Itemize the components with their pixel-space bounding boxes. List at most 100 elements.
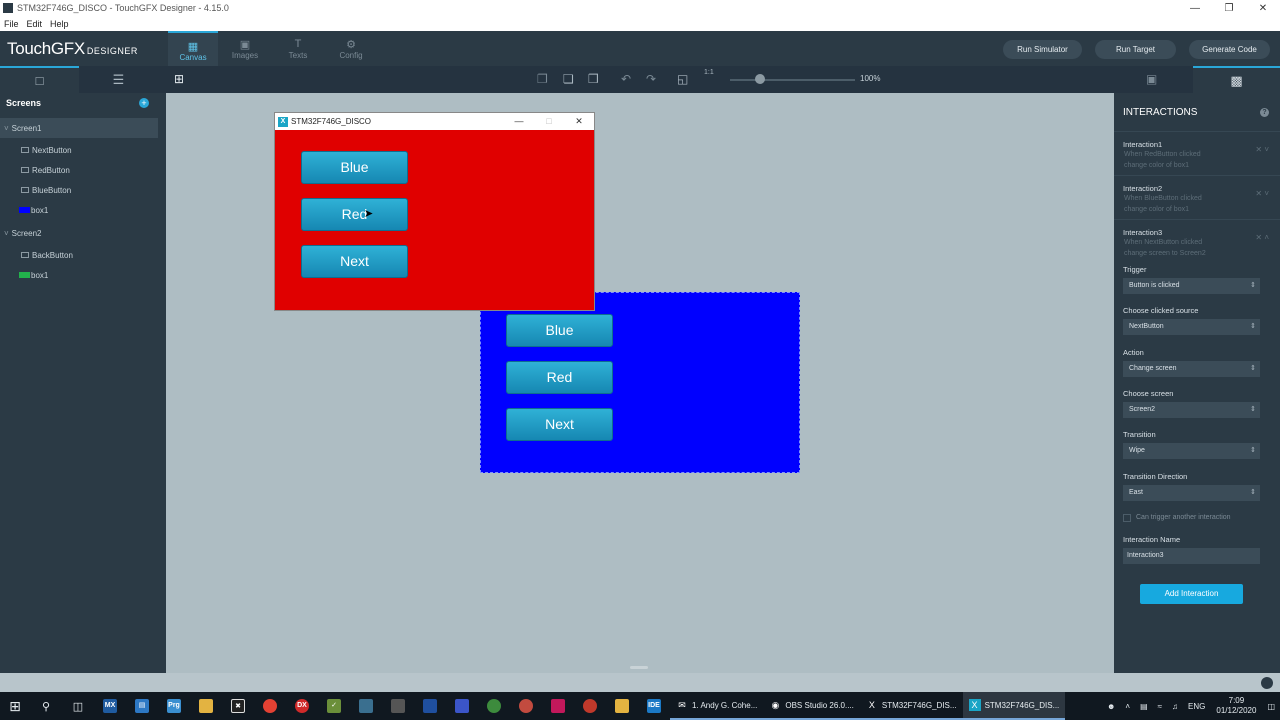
add-widget-icon[interactable]: ⊞ [174, 72, 184, 86]
canvas-red-button[interactable]: Red [506, 361, 613, 394]
language-indicator[interactable]: ENG [1188, 702, 1205, 711]
add-interaction-button[interactable]: Add Interaction [1140, 584, 1243, 604]
close-icon[interactable]: ✕ [1246, 3, 1280, 14]
programmer-icon[interactable]: Prg [158, 692, 190, 720]
zoom-slider-handle[interactable] [755, 74, 765, 84]
interaction-item[interactable]: Interaction2 When BlueButton clicked cha… [1114, 175, 1280, 217]
action-select[interactable]: Change screen ⇕ [1123, 361, 1260, 377]
screen-select[interactable]: Screen2 ⇕ [1123, 402, 1260, 418]
delete-collapse-icon[interactable]: ✕ ˄ [1255, 233, 1269, 242]
tab-images[interactable]: ▣ Images [220, 31, 270, 66]
app-icon-6[interactable]: ✖ [222, 692, 254, 720]
delete-expand-icon[interactable]: ✕ ˅ [1255, 145, 1269, 154]
ide-icon[interactable]: IDE [638, 692, 670, 720]
transition-select[interactable]: Wipe ⇕ [1123, 443, 1260, 459]
delete-expand-icon[interactable]: ✕ ˅ [1255, 189, 1269, 198]
direction-select[interactable]: East ⇕ [1123, 485, 1260, 501]
tab-config[interactable]: ⚙ Config [326, 31, 376, 66]
add-screen-button[interactable]: + [139, 98, 149, 108]
tree-nextbutton[interactable]: NextButton [0, 140, 158, 160]
interactions-view-tab[interactable]: ▩ [1193, 66, 1280, 93]
dx-icon[interactable]: DX [286, 692, 318, 720]
tree-backbutton[interactable]: BackButton [0, 245, 158, 265]
folder-icon[interactable] [190, 692, 222, 720]
search-icon[interactable]: ⚲ [30, 692, 62, 720]
arrange-icon[interactable]: ❒ [588, 72, 599, 86]
canvas-next-button[interactable]: Next [506, 408, 613, 441]
send-backward-icon[interactable]: ❏ [563, 72, 574, 86]
app-icon-14[interactable] [478, 692, 510, 720]
screens-view-tab[interactable]: □ [0, 66, 79, 93]
canvas-blue-button[interactable]: Blue [506, 314, 613, 347]
wifi-icon[interactable]: ≈ [1158, 702, 1162, 711]
clock[interactable]: 7:09 01/12/2020 [1216, 696, 1256, 716]
tree-box1-screen1[interactable]: box1 [0, 200, 158, 220]
generate-code-button[interactable]: Generate Code [1189, 40, 1270, 59]
menu-help[interactable]: Help [46, 19, 73, 29]
task-view-icon[interactable]: ◫ [62, 692, 94, 720]
taskbar-app-mail[interactable]: ✉ 1. Andy G. Cohe... [670, 692, 764, 720]
tree-box1-screen2[interactable]: box1 [0, 265, 158, 285]
can-trigger-checkbox[interactable] [1123, 514, 1131, 522]
tree-screen1[interactable]: ˅ Screen1 [0, 118, 158, 138]
canvas-screen[interactable]: Blue Red Next [480, 292, 800, 473]
maximize-icon[interactable]: □ [534, 116, 564, 127]
fit-screen-icon[interactable]: ◱ [677, 72, 688, 86]
app-icon-13[interactable] [446, 692, 478, 720]
people-icon[interactable]: ☻ [1107, 702, 1115, 711]
network-icon[interactable]: ▤ [1140, 702, 1148, 711]
app-icon-16[interactable] [542, 692, 574, 720]
interaction-item[interactable]: Interaction1 When RedButton clicked chan… [1114, 131, 1280, 173]
images-icon: ▣ [239, 39, 251, 51]
tree-bluebutton[interactable]: BlueButton [0, 180, 158, 200]
start-icon[interactable]: ⊞ [0, 692, 30, 720]
minimize-icon[interactable]: — [504, 116, 534, 127]
app-icon-10[interactable] [350, 692, 382, 720]
interaction-name-input[interactable]: Interaction3 [1123, 548, 1260, 564]
simulator-titlebar: X STM32F746G_DISCO — □ ✕ [275, 113, 594, 130]
tree-screen2[interactable]: ˅ Screen2 [0, 223, 158, 243]
notification-icon[interactable] [1261, 677, 1273, 689]
taskbar-app-touchgfx[interactable]: X STM32F746G_DIS... [859, 692, 963, 720]
close-icon[interactable]: ✕ [564, 116, 594, 127]
minimize-icon[interactable]: — [1178, 3, 1212, 14]
app-icon-2[interactable]: ▤ [126, 692, 158, 720]
sim-next-button[interactable]: Next [301, 245, 408, 278]
tab-texts[interactable]: T Texts [273, 31, 323, 66]
preview-icon[interactable]: ▣ [1146, 72, 1157, 86]
app-icon-15[interactable] [510, 692, 542, 720]
app-icon-18[interactable] [606, 692, 638, 720]
sim-blue-button[interactable]: Blue [301, 151, 408, 184]
chevron-up-icon[interactable]: ˄ [1125, 702, 1130, 711]
app-icon-11[interactable] [382, 692, 414, 720]
menu-file[interactable]: File [0, 19, 23, 29]
undo-icon[interactable]: ↶ [621, 72, 631, 86]
interaction-item[interactable]: Interaction3 When NextButton clicked cha… [1114, 219, 1280, 261]
tab-canvas[interactable]: ▦ Canvas [168, 31, 218, 66]
simulator-window: X STM32F746G_DISCO — □ ✕ Blue Red Next [274, 112, 595, 311]
action-center-icon[interactable]: ◫ [1267, 702, 1275, 711]
run-simulator-button[interactable]: Run Simulator [1003, 40, 1082, 59]
chrome-icon[interactable] [254, 692, 286, 720]
properties-view-tab[interactable]: ☰ [79, 66, 158, 93]
sim-red-button[interactable]: Red [301, 198, 408, 231]
zoom-ratio-label[interactable]: 1:1 [704, 69, 714, 76]
restore-icon[interactable]: ❐ [1212, 3, 1246, 14]
app-icon-17[interactable] [574, 692, 606, 720]
trigger-select[interactable]: Button is clicked ⇕ [1123, 278, 1260, 294]
app-icon-9[interactable]: ✓ [318, 692, 350, 720]
mx-app-icon[interactable]: MX [94, 692, 126, 720]
redo-icon[interactable]: ↷ [646, 72, 656, 86]
menu-edit[interactable]: Edit [23, 19, 47, 29]
tree-redbutton[interactable]: RedButton [0, 160, 158, 180]
app-icon-12[interactable] [414, 692, 446, 720]
bring-forward-icon[interactable]: ❐ [537, 72, 548, 86]
volume-icon[interactable]: ♫ [1172, 702, 1178, 711]
canvas-scrollbar[interactable] [630, 666, 648, 669]
run-target-button[interactable]: Run Target [1095, 40, 1176, 59]
taskbar-app-obs[interactable]: ◉ OBS Studio 26.0.... [763, 692, 860, 720]
zoom-slider[interactable] [730, 79, 855, 81]
source-select[interactable]: NextButton ⇕ [1123, 319, 1260, 335]
help-icon[interactable]: ? [1260, 108, 1269, 117]
taskbar-app-simulator[interactable]: X STM32F746G_DIS... [962, 692, 1066, 720]
